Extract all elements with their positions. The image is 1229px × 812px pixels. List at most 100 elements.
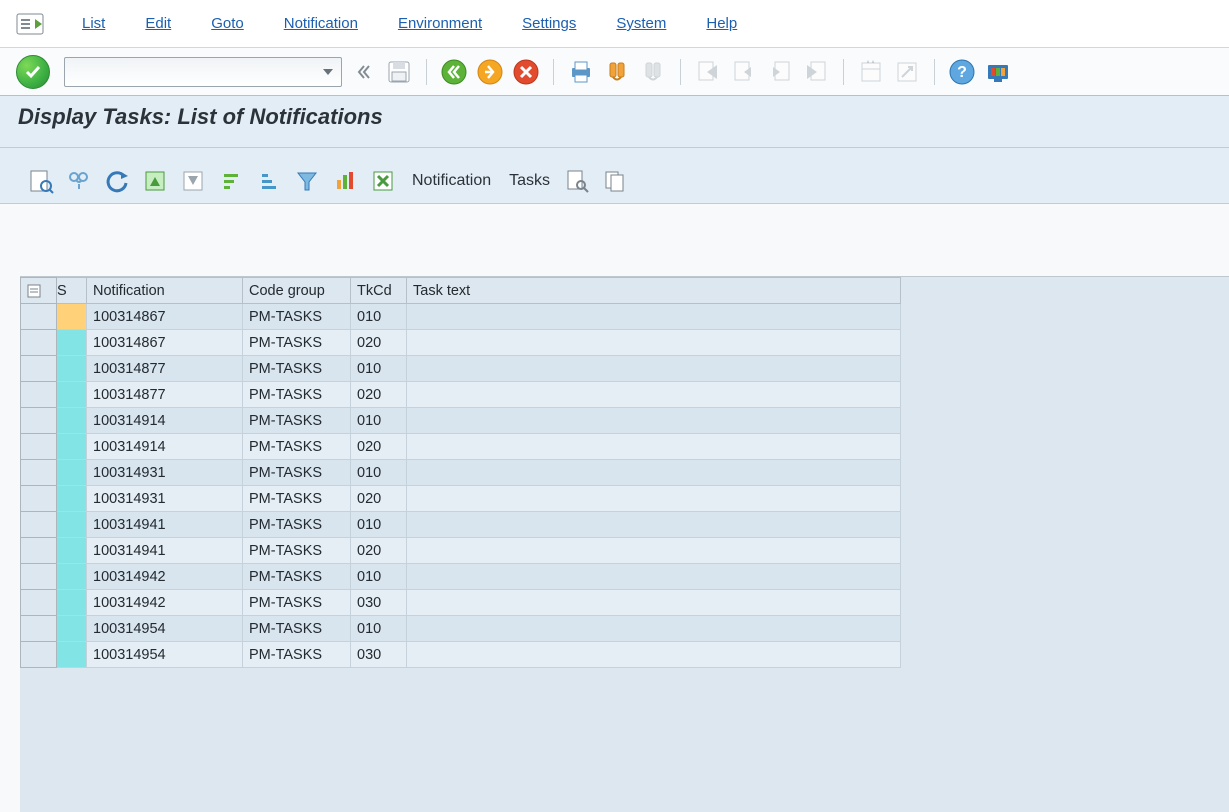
cell-code-group[interactable]: PM-TASKS bbox=[243, 434, 351, 460]
row-selector[interactable] bbox=[21, 356, 57, 382]
row-selector[interactable] bbox=[21, 460, 57, 486]
cell-task-text[interactable] bbox=[407, 538, 901, 564]
cell-tkcd[interactable]: 010 bbox=[351, 408, 407, 434]
row-selector[interactable] bbox=[21, 486, 57, 512]
row-selector[interactable] bbox=[21, 434, 57, 460]
menu-edit[interactable]: Edit bbox=[145, 15, 171, 32]
cell-task-text[interactable] bbox=[407, 460, 901, 486]
doc-copy-icon[interactable] bbox=[600, 166, 630, 196]
cell-code-group[interactable]: PM-TASKS bbox=[243, 538, 351, 564]
menu-goto[interactable]: Goto bbox=[211, 15, 244, 32]
cell-tkcd[interactable]: 010 bbox=[351, 564, 407, 590]
cell-tkcd[interactable]: 010 bbox=[351, 356, 407, 382]
row-selector[interactable] bbox=[21, 538, 57, 564]
cell-code-group[interactable]: PM-TASKS bbox=[243, 382, 351, 408]
cell-task-text[interactable] bbox=[407, 304, 901, 330]
cell-notification[interactable]: 100314954 bbox=[87, 642, 243, 668]
filter-icon[interactable] bbox=[292, 166, 322, 196]
command-field[interactable] bbox=[64, 57, 342, 87]
column-header-task-text[interactable]: Task text bbox=[407, 278, 901, 304]
prev-page-icon[interactable] bbox=[729, 57, 759, 87]
menu-settings[interactable]: Settings bbox=[522, 15, 576, 32]
cell-tkcd[interactable]: 010 bbox=[351, 512, 407, 538]
shortcut-icon[interactable] bbox=[892, 57, 922, 87]
row-selector[interactable] bbox=[21, 408, 57, 434]
cell-code-group[interactable]: PM-TASKS bbox=[243, 590, 351, 616]
menu-system[interactable]: System bbox=[616, 15, 666, 32]
enter-button[interactable] bbox=[16, 55, 50, 89]
cell-task-text[interactable] bbox=[407, 642, 901, 668]
cell-task-text[interactable] bbox=[407, 564, 901, 590]
table-row[interactable]: 100314914PM-TASKS010 bbox=[21, 408, 901, 434]
table-row[interactable]: 100314942PM-TASKS010 bbox=[21, 564, 901, 590]
sort-ascending-icon[interactable] bbox=[216, 166, 246, 196]
menu-help[interactable]: Help bbox=[706, 15, 737, 32]
cell-notification[interactable]: 100314867 bbox=[87, 330, 243, 356]
cell-notification[interactable]: 100314877 bbox=[87, 356, 243, 382]
back-icon[interactable] bbox=[439, 57, 469, 87]
next-page-icon[interactable] bbox=[765, 57, 795, 87]
cell-code-group[interactable]: PM-TASKS bbox=[243, 356, 351, 382]
table-row[interactable]: 100314931PM-TASKS010 bbox=[21, 460, 901, 486]
cell-notification[interactable]: 100314942 bbox=[87, 564, 243, 590]
cell-notification[interactable]: 100314931 bbox=[87, 460, 243, 486]
cell-tkcd[interactable]: 010 bbox=[351, 460, 407, 486]
row-selector[interactable] bbox=[21, 330, 57, 356]
layout-icon[interactable] bbox=[983, 57, 1013, 87]
menu-environment[interactable]: Environment bbox=[398, 15, 482, 32]
refresh-icon[interactable] bbox=[102, 166, 132, 196]
table-row[interactable]: 100314941PM-TASKS010 bbox=[21, 512, 901, 538]
exit-icon[interactable] bbox=[475, 57, 505, 87]
row-selector[interactable] bbox=[21, 616, 57, 642]
column-header-tkcd[interactable]: TkCd bbox=[351, 278, 407, 304]
cell-notification[interactable]: 100314941 bbox=[87, 538, 243, 564]
row-selector[interactable] bbox=[21, 564, 57, 590]
print-icon[interactable] bbox=[566, 57, 596, 87]
details-icon[interactable] bbox=[26, 166, 56, 196]
new-session-icon[interactable] bbox=[856, 57, 886, 87]
cell-notification[interactable]: 100314914 bbox=[87, 434, 243, 460]
doc-search-icon[interactable] bbox=[562, 166, 592, 196]
cell-notification[interactable]: 100314931 bbox=[87, 486, 243, 512]
cell-tkcd[interactable]: 020 bbox=[351, 382, 407, 408]
cell-task-text[interactable] bbox=[407, 330, 901, 356]
row-selector[interactable] bbox=[21, 590, 57, 616]
cell-notification[interactable]: 100314867 bbox=[87, 304, 243, 330]
table-row[interactable]: 100314877PM-TASKS010 bbox=[21, 356, 901, 382]
cell-task-text[interactable] bbox=[407, 408, 901, 434]
cell-tkcd[interactable]: 020 bbox=[351, 486, 407, 512]
deselect-all-icon[interactable] bbox=[178, 166, 208, 196]
find-icon[interactable] bbox=[602, 57, 632, 87]
table-row[interactable]: 100314877PM-TASKS020 bbox=[21, 382, 901, 408]
table-row[interactable]: 100314954PM-TASKS010 bbox=[21, 616, 901, 642]
row-selector[interactable] bbox=[21, 304, 57, 330]
table-row[interactable]: 100314941PM-TASKS020 bbox=[21, 538, 901, 564]
cell-task-text[interactable] bbox=[407, 512, 901, 538]
cell-code-group[interactable]: PM-TASKS bbox=[243, 408, 351, 434]
cell-notification[interactable]: 100314942 bbox=[87, 590, 243, 616]
table-row[interactable]: 100314942PM-TASKS030 bbox=[21, 590, 901, 616]
cell-task-text[interactable] bbox=[407, 486, 901, 512]
row-selector[interactable] bbox=[21, 382, 57, 408]
cell-notification[interactable]: 100314954 bbox=[87, 616, 243, 642]
cell-tkcd[interactable]: 030 bbox=[351, 590, 407, 616]
cell-task-text[interactable] bbox=[407, 382, 901, 408]
sort-descending-icon[interactable] bbox=[254, 166, 284, 196]
select-all-icon[interactable] bbox=[140, 166, 170, 196]
cell-tkcd[interactable]: 020 bbox=[351, 434, 407, 460]
cancel-icon[interactable] bbox=[511, 57, 541, 87]
table-row[interactable]: 100314954PM-TASKS030 bbox=[21, 642, 901, 668]
help-icon[interactable]: ? bbox=[947, 57, 977, 87]
menu-notification[interactable]: Notification bbox=[284, 15, 358, 32]
cell-tkcd[interactable]: 020 bbox=[351, 538, 407, 564]
row-selector[interactable] bbox=[21, 642, 57, 668]
table-row[interactable]: 100314867PM-TASKS010 bbox=[21, 304, 901, 330]
cell-code-group[interactable]: PM-TASKS bbox=[243, 512, 351, 538]
column-header-status[interactable]: S bbox=[57, 278, 87, 304]
column-header-notification[interactable]: Notification bbox=[87, 278, 243, 304]
export-spreadsheet-icon[interactable] bbox=[368, 166, 398, 196]
save-icon[interactable] bbox=[384, 57, 414, 87]
select-all-corner[interactable] bbox=[21, 278, 57, 304]
menu-logo-icon[interactable] bbox=[16, 13, 44, 35]
cell-code-group[interactable]: PM-TASKS bbox=[243, 486, 351, 512]
